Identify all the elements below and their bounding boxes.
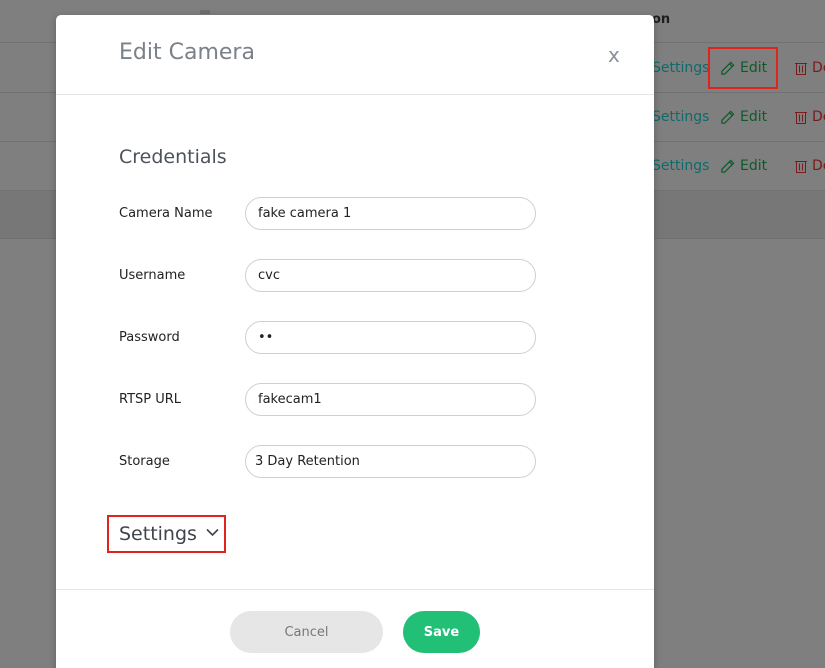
trash-icon — [795, 161, 807, 173]
pencil-icon — [721, 110, 735, 124]
rtsp-url-label: RTSP URL — [119, 392, 182, 407]
modal-footer: Cancel Save — [56, 589, 654, 668]
rtsp-url-field[interactable] — [245, 383, 536, 416]
save-button[interactable]: Save — [403, 611, 480, 653]
row-edit-label: Edit — [740, 109, 768, 125]
camera-name-field[interactable] — [245, 197, 536, 230]
row-settings-link[interactable]: Settings — [652, 158, 709, 174]
row-settings-link[interactable]: Settings — [652, 109, 709, 125]
modal-header: Edit Camera x — [56, 15, 654, 95]
edit-camera-modal: Edit Camera x Credentials Camera Name Us… — [56, 15, 654, 668]
header-action-column: on — [652, 12, 671, 27]
credentials-heading: Credentials — [119, 146, 227, 168]
pencil-icon — [721, 159, 735, 173]
cancel-button[interactable]: Cancel — [230, 611, 383, 653]
row-delete-label: De — [812, 158, 825, 174]
camera-name-label: Camera Name — [119, 206, 213, 221]
settings-toggle[interactable]: Settings — [107, 515, 226, 553]
trash-icon — [795, 112, 807, 124]
row-delete-label: De — [812, 109, 825, 125]
row-settings-link[interactable]: Settings — [652, 60, 709, 76]
row-edit-button[interactable]: Edit — [720, 109, 767, 125]
close-button[interactable]: x — [608, 43, 620, 67]
row-delete-label: De — [812, 60, 825, 76]
username-label: Username — [119, 268, 186, 283]
password-field[interactable] — [245, 321, 536, 354]
username-field[interactable] — [245, 259, 536, 292]
storage-field[interactable] — [245, 445, 536, 478]
settings-toggle-label: Settings — [119, 523, 197, 545]
storage-label: Storage — [119, 454, 170, 469]
row-edit-button[interactable]: Edit — [720, 158, 767, 174]
chevron-down-icon — [206, 528, 219, 536]
row-delete-button[interactable]: De — [795, 109, 825, 125]
row-edit-label: Edit — [740, 158, 768, 174]
header-fragment — [200, 10, 210, 14]
row-delete-button[interactable]: De — [795, 158, 825, 174]
trash-icon — [795, 63, 807, 75]
modal-title: Edit Camera — [119, 40, 255, 65]
edit-highlight-box — [708, 47, 778, 89]
row-delete-button[interactable]: De — [795, 60, 825, 76]
password-label: Password — [119, 330, 180, 345]
